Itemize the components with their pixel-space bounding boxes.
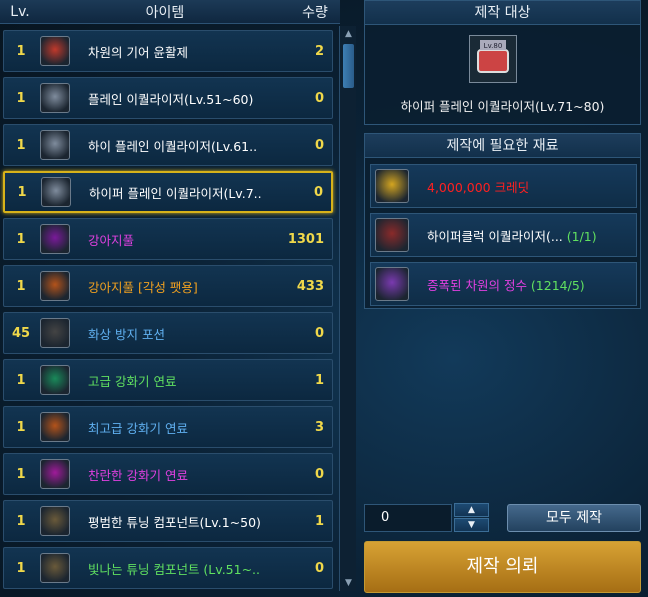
item-qty: 1301 <box>287 231 324 247</box>
lv80-equalizer-icon <box>375 218 409 252</box>
target-title: 제작 대상 <box>365 1 640 25</box>
lv80-component-icon <box>40 553 70 583</box>
item-name: 찬란한 강화기 연료 <box>88 467 188 483</box>
list-item[interactable]: 1 플레인 이퀄라이저(Lv.51~60) 0 <box>3 77 333 119</box>
material-text: 증폭된 차원의 정수 (1214/5) <box>427 275 585 294</box>
item-qty: 0 <box>314 137 324 153</box>
list-item[interactable]: 1 평범한 튜닝 컴포넌트(Lv.1~50) 1 <box>3 500 333 542</box>
item-level: 1 <box>17 184 27 200</box>
item-qty: 0 <box>314 466 324 482</box>
list-item[interactable]: 1 강아지풀 1301 <box>3 218 333 260</box>
item-qty: 433 <box>296 278 324 294</box>
item-name: 하이퍼 플레인 이퀄라이저(Lv.7.. <box>89 185 262 201</box>
item-level: 1 <box>16 513 26 529</box>
material-item: 하이퍼클럭 이퀄라이저(... (1/1) <box>370 213 637 257</box>
material-count: (1214/5) <box>526 277 585 293</box>
list-item[interactable]: 45 화상 방지 포션 0 <box>3 312 333 354</box>
item-name: 최고급 강화기 연료 <box>88 420 188 436</box>
material-item: 4,000,000 크레딧 <box>370 164 637 208</box>
materials-panel: 제작에 필요한 재료 4,000,000 크레딧하이퍼클럭 이퀄라이저(... … <box>364 133 641 309</box>
target-name: 하이퍼 플레인 이퀄라이저(Lv.71~80) <box>400 99 605 114</box>
item-qty: 2 <box>314 43 324 59</box>
quantity-up-icon[interactable]: ▲ <box>454 503 489 517</box>
list-scrollbar[interactable]: ▲ ▼ <box>339 26 356 591</box>
item-level: 1 <box>16 372 26 388</box>
list-item[interactable]: 1 강아지풀 [각성 팻용] 433 <box>3 265 333 307</box>
material-text: 하이퍼클럭 이퀄라이저(... (1/1) <box>427 226 597 245</box>
craft-target-panel: 제작 대상 Lv.80 하이퍼 플레인 이퀄라이저(Lv.71~80) <box>364 0 641 125</box>
lubricant-icon <box>40 36 70 66</box>
orange-foxtail-icon <box>40 271 70 301</box>
item-level: 1 <box>16 137 26 153</box>
scroll-down-icon[interactable]: ▼ <box>342 577 355 589</box>
lv60-equalizer-icon <box>40 83 70 113</box>
material-count: (1/1) <box>562 228 597 244</box>
purple-foxtail-icon <box>40 224 70 254</box>
craft-request-button[interactable]: 제작 의뢰 <box>364 541 641 593</box>
item-qty: 1 <box>314 513 324 529</box>
item-qty: 3 <box>314 419 324 435</box>
lv50-component-icon <box>40 506 70 536</box>
scroll-thumb[interactable] <box>343 44 354 88</box>
item-name: 차원의 기어 윤활제 <box>88 44 188 60</box>
item-level: 1 <box>16 231 26 247</box>
item-list: 1 차원의 기어 윤활제 2 1 플레인 이퀄라이저(Lv.51~60) 0 1 하이 플레인… <box>0 26 340 597</box>
item-level: 1 <box>16 90 26 106</box>
dimension-essence-icon <box>375 267 409 301</box>
item-qty: 0 <box>314 325 324 341</box>
pink-fuel-icon <box>40 459 70 489</box>
scroll-up-icon[interactable]: ▲ <box>342 28 355 40</box>
orange-fuel-icon <box>40 412 70 442</box>
make-all-button[interactable]: 모두 제작 <box>507 504 641 532</box>
lv80-equalizer-icon <box>41 177 71 207</box>
list-item[interactable]: 1 차원의 기어 윤활제 2 <box>3 30 333 72</box>
quantity-down-icon[interactable]: ▼ <box>454 518 489 532</box>
credit-coin-icon <box>375 169 409 203</box>
header-item: 아이템 <box>40 0 290 24</box>
item-name: 화상 방지 포션 <box>88 326 165 342</box>
item-qty: 0 <box>314 560 324 576</box>
item-name: 빛나는 튜닝 컴포넌트 (Lv.51~.. <box>88 561 260 577</box>
potion-icon <box>40 318 70 348</box>
list-item[interactable]: 1 고급 강화기 연료 1 <box>3 359 333 401</box>
item-level: 45 <box>11 325 31 341</box>
list-item[interactable]: 1 최고급 강화기 연료 3 <box>3 406 333 448</box>
item-qty: 1 <box>314 372 324 388</box>
material-name: 증폭된 차원의 정수 <box>427 277 527 293</box>
item-name: 플레인 이퀄라이저(Lv.51~60) <box>88 91 254 107</box>
item-level: 1 <box>16 278 26 294</box>
item-level: 1 <box>16 466 26 482</box>
material-item: 증폭된 차원의 정수 (1214/5) <box>370 262 637 306</box>
header-lv: Lv. <box>0 0 40 24</box>
material-name: 하이퍼클럭 이퀄라이저(... <box>427 228 563 244</box>
item-level: 1 <box>16 419 26 435</box>
list-item[interactable]: 1 하이퍼 플레인 이퀄라이저(Lv.7.. 0 <box>3 171 333 213</box>
item-name: 강아지풀 <box>88 232 135 248</box>
materials-title: 제작에 필요한 재료 <box>365 134 640 158</box>
lv70-equalizer-icon <box>40 130 70 160</box>
list-item[interactable]: 1 하이 플레인 이퀄라이저(Lv.61.. 0 <box>3 124 333 166</box>
item-name: 강아지풀 [각성 팻용] <box>88 279 198 295</box>
lv80-equalizer-icon: Lv.80 <box>469 35 517 83</box>
item-name: 하이 플레인 이퀄라이저(Lv.61.. <box>88 138 258 154</box>
material-text: 4,000,000 크레딧 <box>427 177 529 196</box>
quantity-value: 0 <box>381 510 390 525</box>
svg-text:Lv.80: Lv.80 <box>484 42 503 50</box>
header-qty: 수량 <box>290 0 340 24</box>
list-item[interactable]: 1 빛나는 튜닝 컴포넌트 (Lv.51~.. 0 <box>3 547 333 589</box>
list-item[interactable]: 1 찬란한 강화기 연료 0 <box>3 453 333 495</box>
item-qty: 0 <box>313 184 323 200</box>
item-level: 1 <box>16 560 26 576</box>
item-level: 1 <box>16 43 26 59</box>
material-name: 4,000,000 크레딧 <box>427 179 530 195</box>
item-name: 평범한 튜닝 컴포넌트(Lv.1~50) <box>88 514 261 530</box>
item-qty: 0 <box>314 90 324 106</box>
green-fuel-icon <box>40 365 70 395</box>
quantity-input[interactable]: 0 <box>364 504 452 532</box>
item-name: 고급 강화기 연료 <box>88 373 177 389</box>
